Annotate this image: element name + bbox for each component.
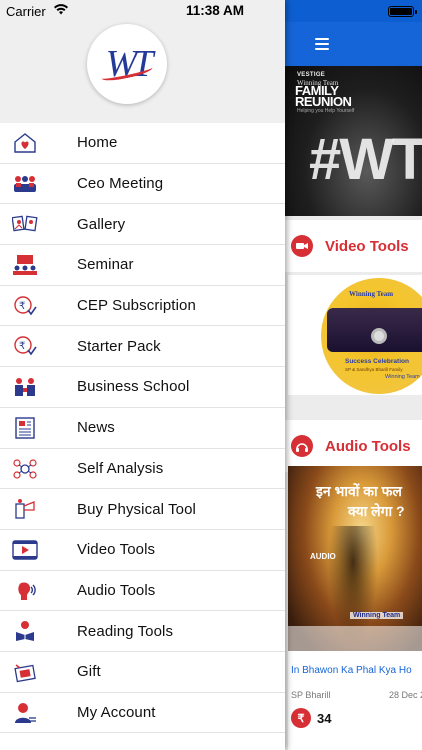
audio-cover-line1: इन भावों का फल xyxy=(316,483,402,499)
drawer-menu: Home Ceo Meeting Gallery Seminar ₹ CEP S… xyxy=(0,123,285,734)
video-tools-header[interactable]: Video Tools xyxy=(285,220,422,272)
menu-label-my-account: My Account xyxy=(77,703,156,721)
hamburger-menu-icon[interactable] xyxy=(315,38,329,53)
menu-item-cep-subscription[interactable]: ₹ CEP Subscription xyxy=(0,286,285,327)
menu-item-reading-tools[interactable]: Reading Tools xyxy=(0,611,285,652)
audio-item-date: 28 Dec 20 xyxy=(388,690,422,700)
menu-item-starter-pack[interactable]: ₹ Starter Pack xyxy=(0,326,285,368)
menu-item-self-analysis[interactable]: Self Analysis xyxy=(0,449,285,490)
gift-icon xyxy=(12,660,38,684)
disc-caption: Success Celebration xyxy=(345,358,409,365)
audio-icon xyxy=(12,579,38,603)
main-content: VESTIGE Winning Team FAMILY REUNION Help… xyxy=(285,0,422,750)
menu-label-self-analysis: Self Analysis xyxy=(77,459,164,477)
audio-item-price: 34 xyxy=(317,710,332,726)
menu-label-seminar: Seminar xyxy=(77,256,134,274)
meeting-icon xyxy=(12,172,38,196)
menu-label-gift: Gift xyxy=(77,663,101,681)
menu-label-gallery: Gallery xyxy=(77,215,126,233)
disc-hole xyxy=(371,328,387,344)
menu-label-news: News xyxy=(77,419,115,437)
menu-item-business-school[interactable]: Business School xyxy=(0,367,285,408)
menu-item-gallery[interactable]: Gallery xyxy=(0,204,285,246)
news-icon xyxy=(12,416,38,440)
disc-subcaption: SP & Sandhya Bharill Family xyxy=(345,367,403,372)
physical-tool-icon xyxy=(12,497,38,521)
menu-item-news[interactable]: News xyxy=(0,408,285,449)
banner-hashtag: #WT xyxy=(309,127,422,192)
audio-cover-image: इन भावों का फल क्या लेगा ? AUDIO Winning… xyxy=(288,466,422,651)
audio-cover-label: AUDIO xyxy=(310,552,336,561)
headphones-icon xyxy=(291,435,313,457)
menu-label-cep-subscription: CEP Subscription xyxy=(77,297,196,315)
video-tools-title: Video Tools xyxy=(325,237,409,255)
audio-item-meta: SP Bharill 28 Dec 20 xyxy=(288,676,422,700)
svg-text:₹: ₹ xyxy=(19,301,25,312)
subscription-icon: ₹ xyxy=(12,294,38,318)
menu-label-starter-pack: Starter Pack xyxy=(77,337,161,355)
menu-label-audio-tools: Audio Tools xyxy=(77,581,156,599)
menu-item-buy-physical-tool[interactable]: Buy Physical Tool xyxy=(0,489,285,530)
audio-cover-line2: क्या लेगा ? xyxy=(348,503,405,519)
battery-icon xyxy=(388,6,417,17)
disc-footer: Winning Team xyxy=(385,374,420,380)
menu-item-audio-tools[interactable]: Audio Tools xyxy=(0,571,285,612)
video-icon xyxy=(12,538,38,562)
menu-item-ceo-meeting[interactable]: Ceo Meeting xyxy=(0,164,285,205)
audio-tools-title: Audio Tools xyxy=(325,437,411,455)
audio-item-price-row: ₹ 34 xyxy=(288,700,422,728)
menu-label-buy-physical-tool: Buy Physical Tool xyxy=(77,500,196,518)
banner-title-line2: REUNION xyxy=(295,94,352,109)
account-icon xyxy=(12,701,38,725)
menu-item-my-account[interactable]: My Account xyxy=(0,693,285,734)
home-heart-icon xyxy=(12,131,38,155)
menu-label-video-tools: Video Tools xyxy=(77,541,156,559)
audio-tool-card[interactable]: इन भावों का फल क्या लेगा ? AUDIO Winning… xyxy=(288,466,422,750)
reading-icon xyxy=(12,619,38,643)
menu-item-video-tools[interactable]: Video Tools xyxy=(0,530,285,571)
carrier-label: Carrier xyxy=(6,4,46,19)
navigation-drawer: WT Home Ceo Meeting Gallery Seminar ₹ CE… xyxy=(0,0,285,750)
business-school-icon xyxy=(12,375,38,399)
audio-item-author: SP Bharill xyxy=(291,690,331,700)
video-camera-icon xyxy=(291,235,313,257)
menu-label-business-school: Business School xyxy=(77,378,190,396)
audio-cover-brand: Winning Team xyxy=(350,612,404,619)
audio-cover-footer xyxy=(288,626,422,651)
menu-item-seminar[interactable]: Seminar xyxy=(0,245,285,286)
banner-title: FAMILY REUNION xyxy=(295,84,352,109)
menu-item-gift[interactable]: Gift xyxy=(0,652,285,693)
app-bar xyxy=(285,22,422,66)
self-analysis-icon xyxy=(12,457,38,481)
status-time: 11:38 AM xyxy=(186,3,245,18)
menu-label-ceo-meeting: Ceo Meeting xyxy=(77,175,164,193)
audio-item-title[interactable]: In Bhawon Ka Phal Kya Ho xyxy=(288,651,422,676)
banner-brand: VESTIGE xyxy=(297,72,326,78)
video-disc-image: Winning Team Success Celebration SP & Sa… xyxy=(321,278,422,394)
wifi-icon xyxy=(54,4,68,15)
seminar-icon xyxy=(12,253,38,277)
disc-brand: Winning Team xyxy=(349,290,394,298)
menu-item-home[interactable]: Home xyxy=(0,123,285,164)
svg-text:₹: ₹ xyxy=(19,341,25,352)
gallery-icon xyxy=(12,212,38,236)
audio-tools-header[interactable]: Audio Tools xyxy=(285,420,422,472)
menu-label-reading-tools: Reading Tools xyxy=(77,622,174,640)
starter-pack-icon: ₹ xyxy=(12,334,38,358)
status-bar: Carrier 11:38 AM xyxy=(0,0,422,22)
banner-tagline: Helping you Help Yourself xyxy=(297,108,355,114)
video-tool-card[interactable]: Winning Team Success Celebration SP & Sa… xyxy=(288,275,422,395)
rupee-icon: ₹ xyxy=(291,708,311,728)
event-banner[interactable]: VESTIGE Winning Team FAMILY REUNION Help… xyxy=(285,66,422,216)
app-screen: Carrier 11:38 AM VESTIGE Winning Team FA… xyxy=(0,0,422,750)
winning-team-logo[interactable]: WT xyxy=(87,24,167,104)
menu-label-home: Home xyxy=(77,134,118,152)
